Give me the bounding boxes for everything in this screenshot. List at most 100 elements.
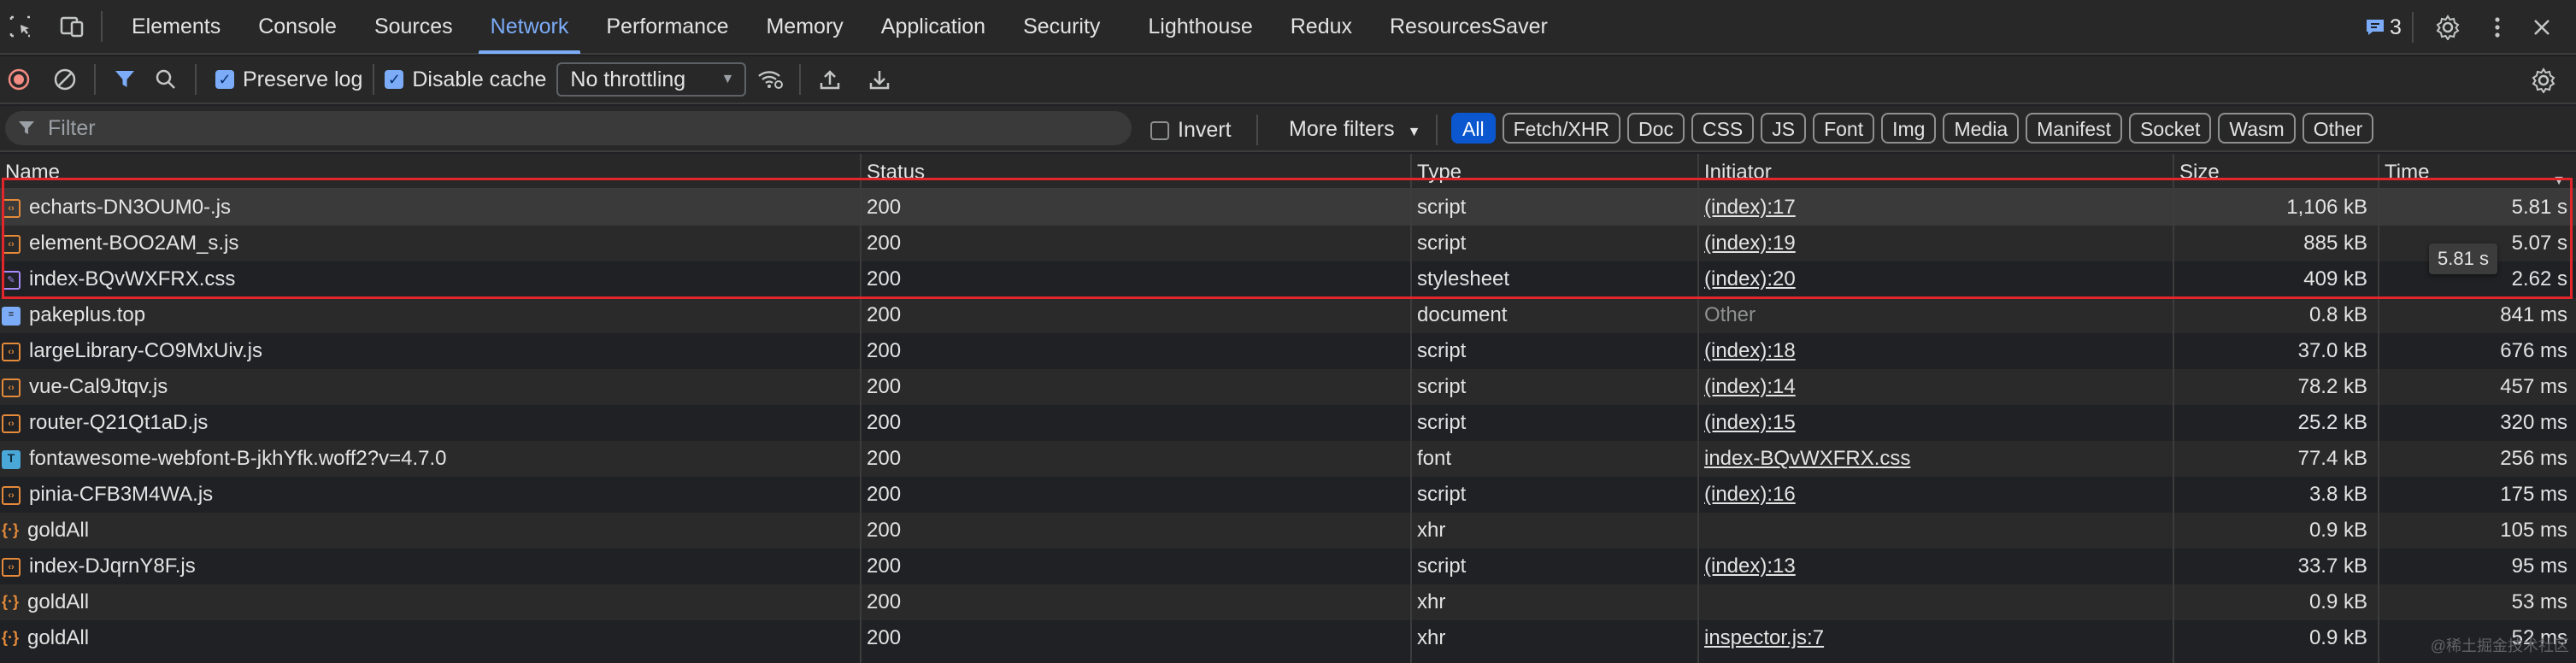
tab-console[interactable]: Console [239,0,356,54]
table-row[interactable]: {·} goldAll 200 xhr 0.9 kB 53 ms [0,584,2576,620]
tab-performance[interactable]: Performance [587,0,747,54]
request-name: index-DJqrnY8F.js [29,554,196,578]
export-har-icon[interactable] [861,61,898,98]
filter-chip-media[interactable]: Media [1943,113,2020,144]
initiator-link[interactable]: (index):13 [1704,554,1796,578]
status-cell: 200 [862,405,1410,441]
filter-chip-fetchxhr[interactable]: Fetch/XHR [1502,113,1621,144]
issues-icon [2367,20,2384,35]
more-options-icon[interactable] [2479,9,2516,46]
table-row[interactable]: ✎ index-BQvWXFRX.css 200 stylesheet (index):… [0,261,2576,297]
initiator-link[interactable]: (index):20 [1704,267,1796,290]
tab-security[interactable]: Security [1004,0,1119,54]
table-row[interactable]: ‹› index-DJqrnY8F.js 200 script (index):13 33… [0,549,2576,584]
filter-chip-all[interactable]: All [1451,113,1496,144]
filter-chip-js[interactable]: JS [1761,113,1807,144]
filter-chip-font[interactable]: Font [1813,113,1875,144]
column-header-name[interactable]: Name [0,154,60,188]
column-header-type[interactable]: Type [1412,154,1461,188]
size-cell: 0.8 kB [2174,297,2376,333]
initiator-link[interactable]: (index):14 [1704,375,1796,398]
filter-funnel-icon[interactable] [106,61,144,98]
column-header-size[interactable]: Size [2174,154,2220,188]
tab-network[interactable]: Network [472,0,588,54]
column-header-time[interactable]: Time ▼ [2379,154,2576,188]
table-row[interactable]: ‹› router-Q21Qt1aD.js 200 script (index):15 2… [0,405,2576,441]
network-settings-icon[interactable] [2525,62,2562,99]
initiator-link[interactable]: (index):19 [1704,232,1796,255]
initiator-link[interactable]: index-BQvWXFRX.css [1704,447,1910,470]
type-cell: script [1412,369,1697,405]
time-cell-text: 105 ms [2500,519,2567,542]
tab-application[interactable]: Application [862,0,1004,54]
name-cell: Tfontawesome-webfont-B-jkhYfk.woff2?v=4.… [0,441,860,477]
settings-icon[interactable] [2429,9,2467,46]
table-row[interactable]: ‹› echarts-DN3OUM0-.js 200 script (index):17… [0,190,2576,226]
table-row[interactable]: ≡ pakeplus.top 200 document Other 0.8 kB 841 m… [0,297,2576,333]
checkbox-checked-icon: ✓ [385,70,404,89]
time-cell-text: 256 ms [2500,447,2567,470]
filter-chip-css[interactable]: CSS [1691,113,1755,144]
time-cell: 95 ms [2379,549,2576,584]
tab-redux[interactable]: Redux [1272,0,1371,54]
clear-icon[interactable] [46,61,84,98]
initiator-link[interactable]: (index):15 [1704,411,1796,434]
initiator-link[interactable]: (index):18 [1704,339,1796,362]
table-row[interactable]: Tfontawesome-webfont-B-jkhYfk.woff2?v=4.… [0,441,2576,477]
status-cell: 200 [862,477,1410,513]
record-stop-icon[interactable] [0,61,38,98]
device-toolbar-icon[interactable] [53,8,91,45]
size-cell-text: 409 kB [2303,267,2367,290]
tab-resourcessaver[interactable]: ResourcesSaver [1371,0,1567,54]
initiator-link[interactable]: (index):17 [1704,196,1796,219]
tab-sources[interactable]: Sources [356,0,472,54]
name-cell: ‹› index-DJqrnY8F.js [0,549,860,584]
invert-checkbox[interactable]: Invert [1150,118,1232,143]
import-har-icon[interactable] [811,61,849,98]
filter-input[interactable]: Filter [5,111,1132,145]
tab-elements[interactable]: Elements [113,0,239,54]
table-row[interactable]: ‹› element-BOO2AM_s.js 200 script (index):19… [0,226,2576,261]
tab-lighthouse[interactable]: Lighthouse [1129,0,1271,54]
status-cell: 200 [862,297,1410,333]
column-header-initiator[interactable]: Initiator [1699,154,1772,188]
initiator-link[interactable]: (index):16 [1704,483,1796,506]
filter-chip-doc[interactable]: Doc [1627,113,1685,144]
table-row[interactable]: {·} goldAll 200 xhr inspector.js:7 0.9 kB 52 m… [0,620,2576,656]
filter-chip-socket[interactable]: Socket [2129,113,2212,144]
status-cell-text: 200 [867,447,902,470]
filter-icon [19,121,34,134]
type-cell-text: xhr [1417,519,1446,542]
filter-chip-manifest[interactable]: Manifest [2026,113,2123,144]
network-conditions-icon[interactable] [751,61,789,98]
tab-memory[interactable]: Memory [747,0,862,54]
xhr-file-icon: {·} [2,628,20,646]
filter-chip-wasm[interactable]: Wasm [2218,113,2296,144]
disable-cache-checkbox[interactable]: ✓ Disable cache [385,67,546,92]
request-name: element-BOO2AM_s.js [29,232,239,255]
initiator-link[interactable]: inspector.js:7 [1704,626,1824,649]
inspect-element-icon[interactable] [2,8,39,45]
issues-counter[interactable]: 3 [2364,0,2402,55]
search-icon[interactable] [147,61,185,98]
initiator-cell [1699,513,2173,549]
column-header-status[interactable]: Status [862,154,925,188]
initiator-text: Other [1704,303,1756,326]
doc-file-icon: ≡ [2,306,21,326]
filter-chip-img[interactable]: Img [1881,113,1937,144]
name-cell: {·} goldAll [0,584,860,620]
throttling-select[interactable]: No throttling ▼ [556,62,747,97]
table-row[interactable]: ‹› largeLibrary-CO9MxUiv.js 200 script (inde… [0,333,2576,369]
table-row[interactable]: ‹› pinia-CFB3M4WA.js 200 script (index):16 3.… [0,477,2576,513]
script-file-icon: ‹› [2,342,21,361]
table-row[interactable]: {·} goldAll 200 xhr 0.9 kB 105 ms [0,513,2576,549]
preserve-log-checkbox[interactable]: ✓ Preserve log [215,67,362,92]
more-filters-dropdown[interactable]: More filters ▼ [1289,114,1420,147]
size-cell-text: 0.9 kB [2308,519,2367,542]
close-icon[interactable] [2523,9,2561,46]
filter-chip-other[interactable]: Other [2302,113,2374,144]
initiator-cell: (index):13 [1699,549,2173,584]
initiator-cell: (index):16 [1699,477,2173,513]
table-row[interactable]: ‹› vue-Cal9Jtqv.js 200 script (index):14 78.2… [0,369,2576,405]
status-cell-text: 200 [867,626,902,649]
